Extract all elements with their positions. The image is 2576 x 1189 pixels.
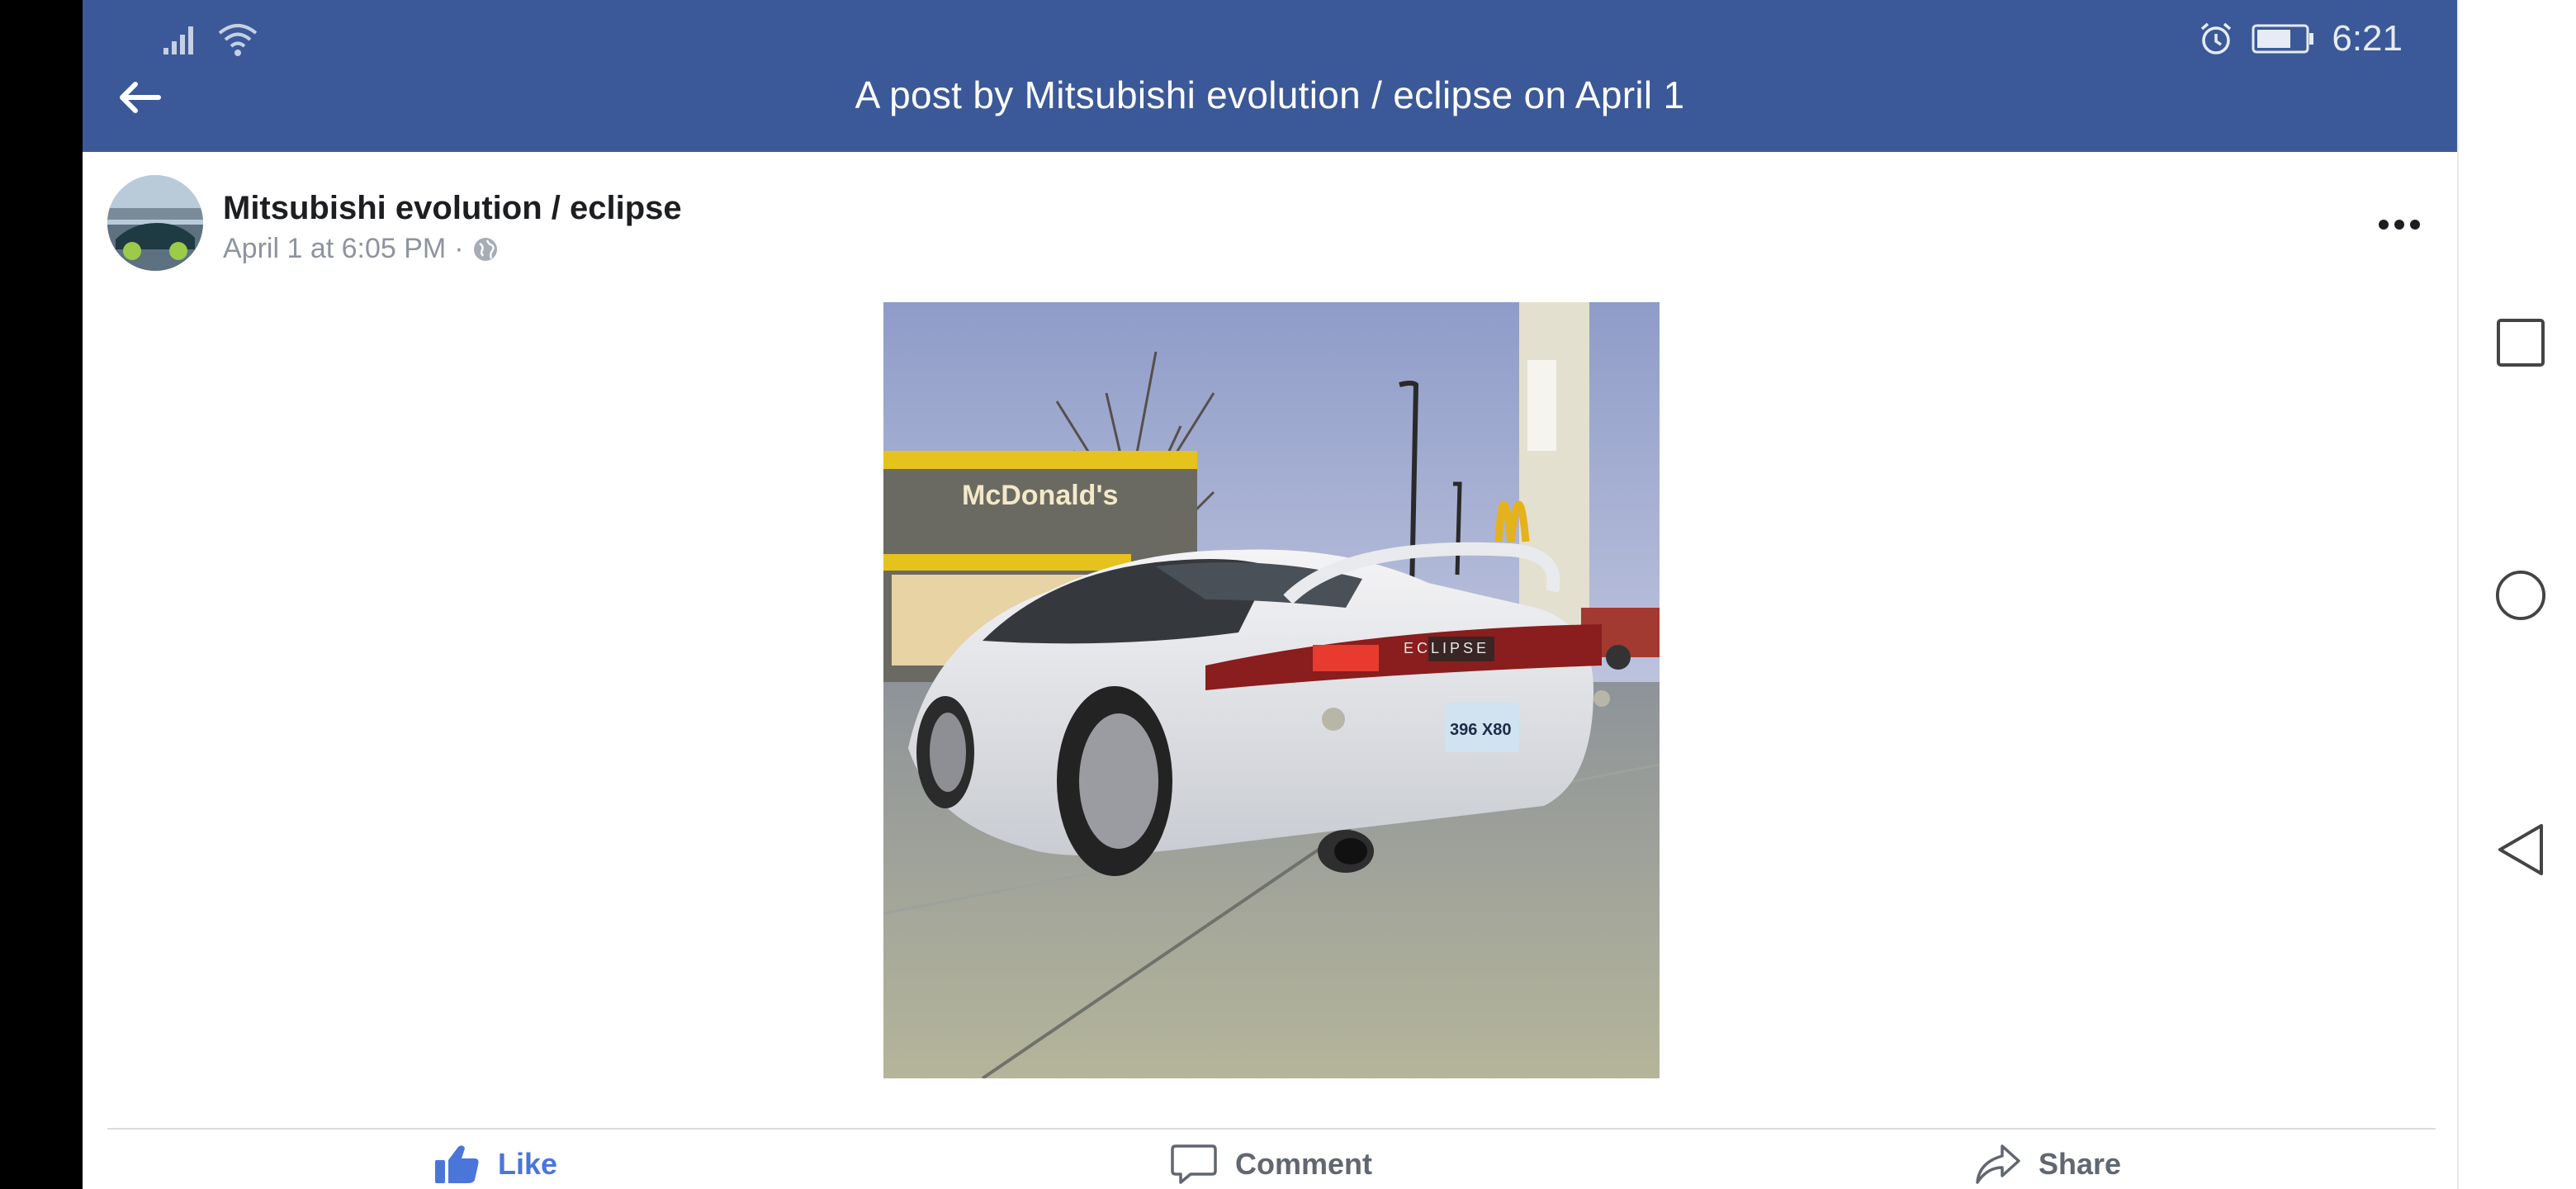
thumbs-up-icon xyxy=(434,1145,479,1183)
meta-separator: · xyxy=(454,233,464,264)
facebook-post-view: 6:21 A post by Mitsubishi evolution / ec… xyxy=(83,0,2457,1189)
system-back-button[interactable] xyxy=(2495,824,2546,875)
eclipse-badge: ECLIPSE xyxy=(1404,640,1489,656)
share-label: Share xyxy=(2038,1147,2122,1181)
home-button[interactable] xyxy=(2495,570,2546,621)
comment-label: Comment xyxy=(1234,1147,1372,1181)
post-actions: Like Comment Share xyxy=(107,1139,2436,1189)
comment-button[interactable]: Comment xyxy=(883,1139,1660,1189)
app-header: 6:21 A post by Mitsubishi evolution / ec… xyxy=(83,0,2457,152)
author-name[interactable]: Mitsubishi evolution / eclipse xyxy=(223,190,682,227)
ellipsis-icon xyxy=(2379,220,2420,230)
status-time: 6:21 xyxy=(2332,18,2403,59)
avatar-car-image xyxy=(107,175,203,271)
post-header: Mitsubishi evolution / eclipse April 1 a… xyxy=(107,175,2432,274)
back-triangle-icon xyxy=(2498,824,2543,875)
license-plate: 396 X80 xyxy=(1450,721,1512,739)
share-arrow-icon xyxy=(1976,1144,2020,1184)
post-photo[interactable]: McDonald's ECLIPSE 396 X80 xyxy=(883,302,1660,1078)
recents-button[interactable] xyxy=(2495,317,2546,368)
device-screen: 6:21 A post by Mitsubishi evolution / ec… xyxy=(0,0,2576,1189)
storefront-sign: McDonald's xyxy=(962,480,1118,511)
wifi-icon xyxy=(218,24,258,56)
comment-icon xyxy=(1171,1144,1217,1184)
status-bar-left xyxy=(162,21,259,58)
globe-icon xyxy=(473,237,497,261)
author-avatar[interactable] xyxy=(107,175,203,271)
like-button[interactable]: Like xyxy=(107,1139,883,1189)
post-meta: April 1 at 6:05 PM · xyxy=(223,233,499,265)
post-timestamp[interactable]: April 1 at 6:05 PM xyxy=(223,233,446,265)
status-bar-right: 6:21 xyxy=(2198,18,2403,59)
more-options-button[interactable] xyxy=(2366,200,2432,249)
page-title: A post by Mitsubishi evolution / eclipse… xyxy=(855,73,1685,116)
home-icon xyxy=(2495,570,2546,621)
share-button[interactable]: Share xyxy=(1660,1139,2436,1189)
car-photo-illustration: McDonald's ECLIPSE 396 X80 xyxy=(883,302,1660,1078)
system-navigation-bar xyxy=(2457,0,2576,1189)
signal-icon xyxy=(163,26,193,54)
like-label: Like xyxy=(497,1147,558,1181)
alarm-icon xyxy=(2201,22,2232,54)
actions-divider xyxy=(107,1128,2436,1130)
battery-icon xyxy=(2252,24,2314,54)
recents-icon xyxy=(2497,319,2545,367)
left-bezel xyxy=(0,0,83,1189)
